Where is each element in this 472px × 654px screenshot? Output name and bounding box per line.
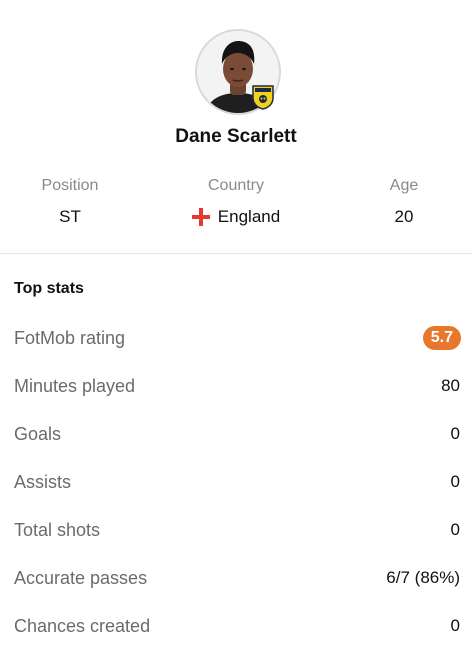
player-header: Dane Scarlett Position ST Country Englan… [0, 0, 472, 254]
club-badge-icon [251, 84, 275, 110]
age-value: 20 [394, 207, 414, 226]
top-stats-title: Top stats [14, 280, 84, 297]
rating-badge: 5.7 [422, 326, 461, 350]
stat-label: Accurate passes [14, 567, 148, 588]
stat-row-minutes-played: Minutes played 80 [14, 374, 460, 398]
country-label: Country [207, 177, 265, 194]
country-value-row: England [166, 206, 306, 228]
stat-label: Goals [14, 423, 62, 444]
country-info: Country England [166, 176, 306, 228]
stat-value: 0 [450, 616, 460, 635]
stat-value: 0 [450, 472, 460, 491]
player-name: Dane Scarlett [175, 126, 297, 147]
stat-row-accurate-passes: Accurate passes 6/7 (86%) [14, 566, 460, 590]
age-info: Age 20 [354, 176, 454, 228]
stat-label: Chances created [14, 615, 151, 636]
stat-row-assists: Assists 0 [14, 470, 460, 494]
england-flag-icon [191, 208, 210, 226]
stat-row-fotmob-rating: FotMob rating 5.7 [14, 326, 461, 350]
stat-label: Minutes played [14, 375, 136, 396]
country-value: England [217, 207, 281, 226]
position-info: Position ST [20, 176, 120, 228]
stat-label: Total shots [14, 519, 101, 540]
stat-value: 6/7 (86%) [386, 568, 460, 587]
stat-row-goals: Goals 0 [14, 422, 460, 446]
stat-value: 0 [450, 520, 460, 539]
age-label: Age [389, 177, 419, 194]
stat-label: FotMob rating [14, 327, 126, 348]
position-value: ST [59, 207, 81, 226]
stat-row-total-shots: Total shots 0 [14, 518, 460, 542]
stat-row-chances-created: Chances created 0 [14, 614, 460, 638]
position-label: Position [41, 177, 99, 194]
stat-value: 0 [450, 424, 460, 443]
stat-label: Assists [14, 471, 72, 492]
stat-value: 80 [441, 376, 460, 395]
